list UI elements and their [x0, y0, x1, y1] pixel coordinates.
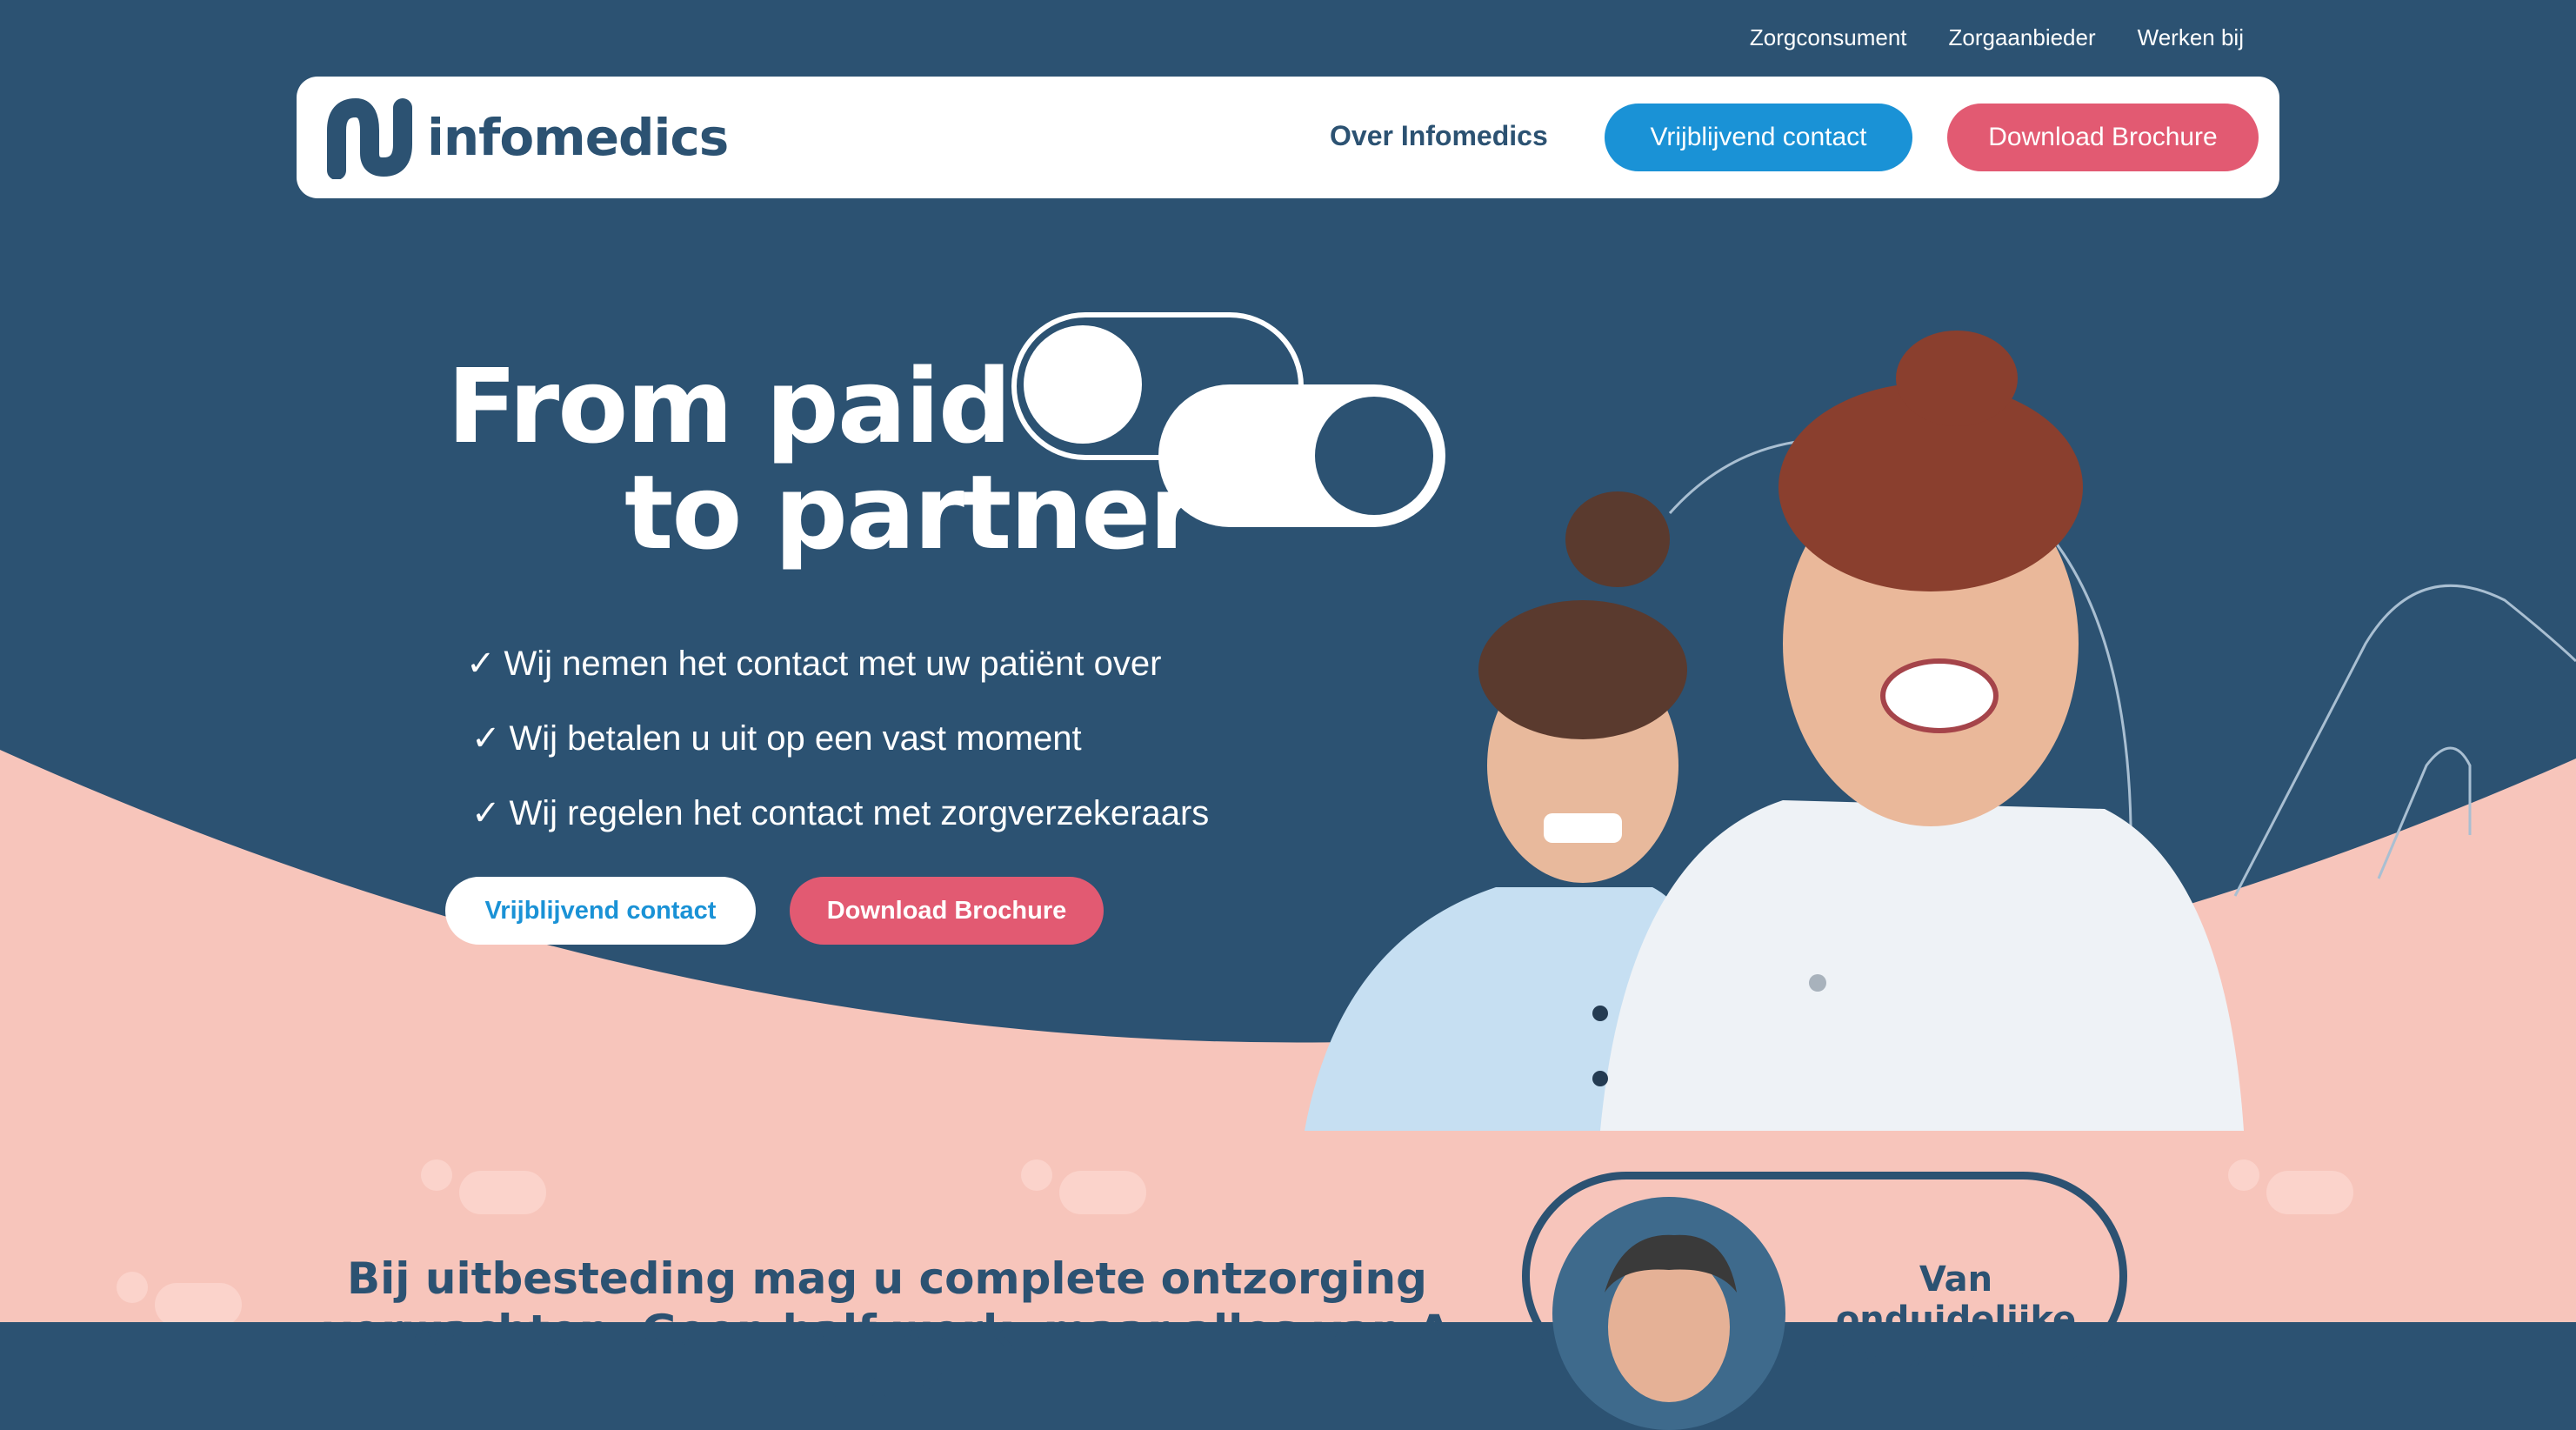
hero-benefits-list: ✓ Wij nemen het contact met uw patiënt ov…: [466, 644, 1209, 868]
section-heading: Bij uitbesteding mag u complete ontzorgi…: [323, 1253, 1452, 1408]
testimonial-card: Van onduidelijke afwijzingen op: [1522, 1172, 2127, 1430]
top-utility-nav: Zorgconsument Zorgaanbieder Werken bij: [1750, 24, 2244, 51]
topnav-werken-bij[interactable]: Werken bij: [2138, 24, 2244, 51]
infomedics-logo-icon: [327, 97, 412, 179]
benefit-item: ✓ Wij nemen het contact met uw patiënt ov…: [466, 645, 1162, 683]
logo-text: infomedics: [427, 108, 729, 167]
nav-over-infomedics[interactable]: Over Infomedics: [1330, 120, 1548, 152]
benefit-item: ✓ Wij betalen u uit op een vast moment: [471, 719, 1082, 758]
hero-contact-button[interactable]: Vrijblijvend contact: [445, 877, 756, 945]
benefit-item: ✓ Wij regelen het contact met zorgverzeke…: [471, 794, 1210, 832]
avatar: [1552, 1197, 1785, 1430]
hero-title-line1: From paid: [447, 346, 1011, 466]
topnav-zorgaanbieder[interactable]: Zorgaanbieder: [1949, 24, 2096, 51]
check-icon: ✓: [466, 645, 496, 683]
check-icon: ✓: [471, 719, 501, 758]
card-text: Van onduidelijke afwijzingen op: [1812, 1260, 2099, 1380]
header-brochure-button[interactable]: Download Brochure: [1947, 104, 2259, 171]
hero-brochure-button[interactable]: Download Brochure: [790, 877, 1104, 945]
main-header: infomedics Over Infomedics Vrijblijvend …: [297, 77, 2279, 198]
header-contact-button[interactable]: Vrijblijvend contact: [1605, 104, 1912, 171]
toggle-switch-icon: [1011, 312, 1445, 527]
topnav-zorgconsument[interactable]: Zorgconsument: [1750, 24, 1907, 51]
check-icon: ✓: [471, 794, 501, 832]
logo[interactable]: infomedics: [324, 96, 729, 179]
pink-curved-background: [0, 331, 2576, 1322]
